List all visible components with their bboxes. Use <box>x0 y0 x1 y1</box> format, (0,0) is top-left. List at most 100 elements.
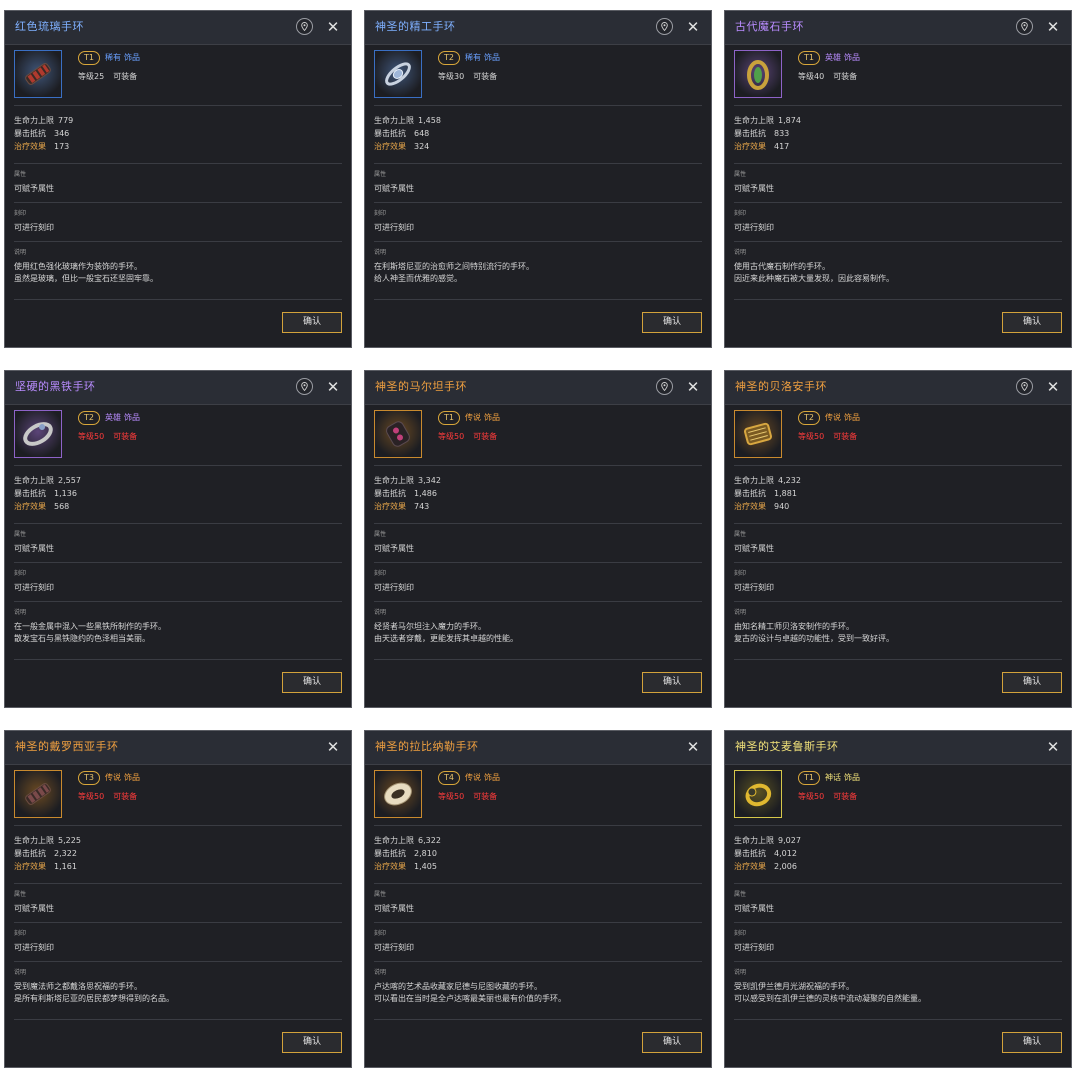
item-tooltip-card: 神圣的戴罗西亚手环 ✕ T3 传说 饰品 等级50 可装备 生命力上限 5,225 暴击… <box>4 730 352 1068</box>
tooltip-grid: 红色琉璃手环 ✕ T1 稀有 饰品 等级25 可装备 生命力上限 779 暴击抵抗 346… <box>0 0 1080 1080</box>
level-row: 等级30 可装备 <box>438 71 497 83</box>
item-tooltip-card: 神圣的贝洛安手环 ✕ T2 传说 饰品 等级50 可装备 生命力上限 4,232 暴击抵… <box>724 370 1072 708</box>
stat-hp: 生命力上限 1,874 <box>734 114 801 127</box>
confirm-button[interactable]: 确认 <box>642 312 702 333</box>
tier-badge: T1 <box>78 51 100 65</box>
stat-heal: 治疗效果 743 <box>374 500 441 513</box>
divider <box>734 299 1062 300</box>
divider <box>374 163 702 164</box>
close-button[interactable]: ✕ <box>324 18 342 36</box>
description-line-1: 在利斯塔尼亚的治愈师之间特别流行的手环。 <box>374 262 534 271</box>
category-label: 饰品 <box>843 773 860 782</box>
description-line-2: 因近来此种魔石被大量发现，因此容易制作。 <box>734 274 894 283</box>
divider <box>374 961 702 962</box>
description-heading: 说明 <box>734 249 747 256</box>
pin-button[interactable] <box>296 378 313 395</box>
rarity-label: 英雄 <box>104 413 121 422</box>
confirm-button[interactable]: 确认 <box>642 672 702 693</box>
engrave-heading: 刻印 <box>14 930 27 937</box>
item-icon-frame <box>14 410 62 458</box>
rarity-label: 传说 <box>104 773 121 782</box>
stat-value: 568 <box>54 502 70 511</box>
description-heading: 说明 <box>734 609 747 616</box>
close-button[interactable]: ✕ <box>1044 738 1062 756</box>
tier-badge: T2 <box>78 411 100 425</box>
divider <box>374 202 702 203</box>
close-button[interactable]: ✕ <box>684 18 702 36</box>
divider <box>734 202 1062 203</box>
stat-label: 暴击抵抗 <box>374 489 406 498</box>
divider <box>734 105 1062 106</box>
level-label: 等级50 <box>438 432 465 441</box>
stat-hp: 生命力上限 9,027 <box>734 834 801 847</box>
attribute-text: 可赋予属性 <box>374 904 414 913</box>
close-button[interactable]: ✕ <box>1044 18 1062 36</box>
pin-button[interactable] <box>656 378 673 395</box>
confirm-button[interactable]: 确认 <box>282 672 342 693</box>
close-button[interactable]: ✕ <box>684 738 702 756</box>
stat-value: 4,012 <box>774 849 797 858</box>
engrave-text: 可进行刻印 <box>374 583 414 592</box>
equippable-label: 可装备 <box>113 432 138 441</box>
attribute-text: 可赋予属性 <box>374 184 414 193</box>
tier-row: T4 传说 饰品 <box>438 771 500 785</box>
confirm-button[interactable]: 确认 <box>642 1032 702 1053</box>
description-heading: 说明 <box>734 969 747 976</box>
stat-heal: 治疗效果 568 <box>14 500 81 513</box>
stat-hp: 生命力上限 779 <box>14 114 73 127</box>
equippable-label: 可装备 <box>113 72 138 81</box>
stat-crit: 暴击抵抗 1,881 <box>734 487 801 500</box>
stat-label: 暴击抵抗 <box>14 489 46 498</box>
pin-button[interactable] <box>296 18 313 35</box>
description-heading: 说明 <box>14 249 27 256</box>
engrave-text: 可进行刻印 <box>734 583 774 592</box>
close-button[interactable]: ✕ <box>324 378 342 396</box>
divider <box>14 883 342 884</box>
divider <box>14 523 342 524</box>
confirm-button[interactable]: 确认 <box>1002 312 1062 333</box>
item-icon-frame <box>374 50 422 98</box>
description-line-1: 使用古代魔石制作的手环。 <box>734 262 830 271</box>
confirm-button[interactable]: 确认 <box>282 1032 342 1053</box>
description-heading: 说明 <box>14 609 27 616</box>
pin-button[interactable] <box>1016 378 1033 395</box>
stat-label: 治疗效果 <box>14 502 46 511</box>
confirm-button[interactable]: 确认 <box>1002 1032 1062 1053</box>
divider <box>374 922 702 923</box>
close-button[interactable]: ✕ <box>684 378 702 396</box>
confirm-button[interactable]: 确认 <box>282 312 342 333</box>
confirm-button[interactable]: 确认 <box>1002 672 1062 693</box>
equippable-label: 可装备 <box>833 432 858 441</box>
pin-button[interactable] <box>656 18 673 35</box>
item-icon-frame <box>14 770 62 818</box>
close-button[interactable]: ✕ <box>1044 378 1062 396</box>
card-header: 坚硬的黑铁手环 ✕ <box>5 371 351 405</box>
stat-hp: 生命力上限 5,225 <box>14 834 81 847</box>
stat-label: 暴击抵抗 <box>14 849 46 858</box>
card-header: 神圣的马尔坦手环 ✕ <box>365 371 711 405</box>
divider <box>734 465 1062 466</box>
stat-label: 生命力上限 <box>734 476 774 485</box>
engrave-text: 可进行刻印 <box>14 583 54 592</box>
category-label: 饰品 <box>483 53 500 62</box>
rarity-label: 神话 <box>824 773 841 782</box>
stat-value: 940 <box>774 502 790 511</box>
stat-value: 173 <box>54 142 70 151</box>
stat-value: 324 <box>414 142 430 151</box>
card-header: 神圣的精工手环 ✕ <box>365 11 711 45</box>
attribute-heading: 属性 <box>734 891 747 898</box>
pin-button[interactable] <box>1016 18 1033 35</box>
tier-badge: T1 <box>798 51 820 65</box>
stat-label: 治疗效果 <box>734 142 766 151</box>
divider <box>374 241 702 242</box>
rarity-label: 稀有 <box>104 53 121 62</box>
description-line-1: 经贤者马尔坦注入魔力的手环。 <box>374 622 486 631</box>
tier-row: T2 英雄 饰品 <box>78 411 140 425</box>
attribute-heading: 属性 <box>374 171 387 178</box>
divider <box>734 922 1062 923</box>
item-tooltip-card: 神圣的拉比纳勒手环 ✕ T4 传说 饰品 等级50 可装备 生命力上限 6,322 暴击… <box>364 730 712 1068</box>
item-title: 红色琉璃手环 <box>15 20 84 33</box>
close-button[interactable]: ✕ <box>324 738 342 756</box>
location-pin-icon <box>1021 382 1028 391</box>
divider <box>734 241 1062 242</box>
